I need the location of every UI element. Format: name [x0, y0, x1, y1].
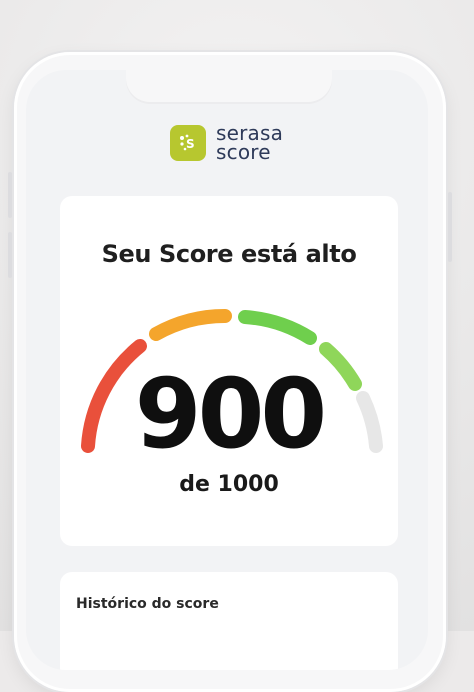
phone-side-button [448, 192, 452, 262]
score-value: 900 [134, 358, 327, 470]
serasa-score-logo: S serasa score [170, 123, 283, 164]
score-card: Seu Score está alto 900 de 1000 [60, 196, 398, 546]
gauge-segment-green [238, 310, 317, 345]
score-history-title: Histórico do score [76, 596, 219, 612]
score-status-title: Seu Score está alto [101, 240, 357, 268]
phone-side-button [8, 232, 12, 278]
logo-text-line2: score [216, 140, 271, 164]
serasa-logo-icon: S [170, 125, 206, 161]
phone-screen: S serasa score Seu Score está alto 900 d… [26, 70, 428, 670]
score-max-label: de 1000 [179, 472, 279, 497]
svg-text:S: S [186, 137, 195, 151]
phone-side-button [8, 172, 12, 218]
phone-notch [126, 70, 332, 102]
gauge-segment-orange [149, 308, 232, 341]
score-history-card[interactable]: Histórico do score [60, 572, 398, 670]
logo-text: serasa score [216, 123, 283, 164]
